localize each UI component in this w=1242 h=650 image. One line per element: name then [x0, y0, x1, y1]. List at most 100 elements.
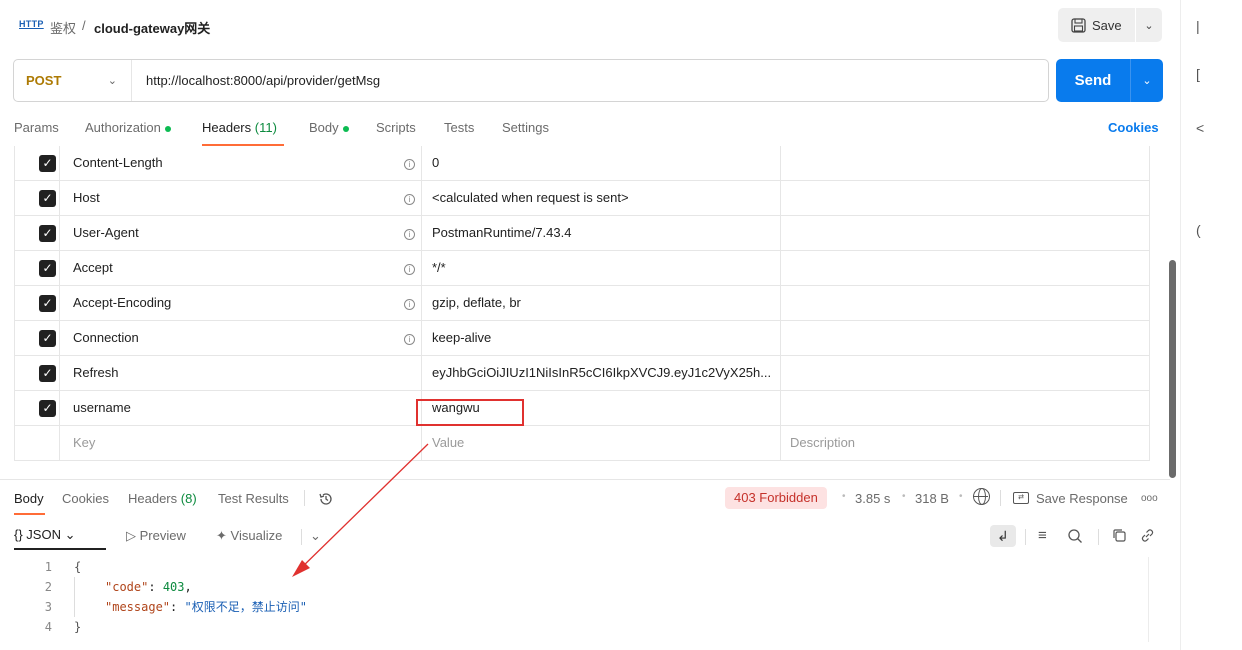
header-key[interactable]: Refresh — [73, 356, 403, 390]
filter-icon[interactable]: ≡ — [1038, 527, 1047, 544]
save-options-chevron-icon[interactable]: ⌄ — [1136, 19, 1162, 32]
format-select[interactable]: {} JSON ⌄ — [14, 527, 76, 549]
new-description-input[interactable]: Description — [780, 426, 1150, 460]
table-row: ✓ User-Agent i PostmanRuntime/7.43.4 — [15, 216, 1149, 251]
search-icon[interactable] — [1067, 528, 1083, 544]
header-value[interactable]: <calculated when request is sent> — [421, 181, 780, 215]
url-input[interactable]: http://localhost:8000/api/provider/getMs… — [132, 73, 380, 88]
json-entry: "message": "权限不足，禁止访问" — [105, 600, 307, 614]
cookies-link[interactable]: Cookies — [1108, 120, 1159, 135]
tab-settings[interactable]: Settings — [502, 120, 549, 135]
more-options-icon[interactable]: ooo — [1141, 493, 1158, 504]
json-string: "权限不足，禁止访问" — [184, 600, 307, 614]
preview-button[interactable]: ▷ Preview — [126, 528, 186, 544]
header-value[interactable]: gzip, deflate, br — [421, 286, 780, 320]
header-key[interactable]: User-Agent — [73, 216, 403, 250]
divider — [304, 490, 305, 506]
link-icon[interactable] — [1140, 528, 1155, 543]
tab-authorization-label: Authorization — [85, 120, 161, 135]
save-main[interactable]: Save — [1058, 8, 1136, 42]
floppy-icon — [1071, 17, 1086, 33]
save-label: Save — [1092, 17, 1122, 33]
tab-authorization[interactable]: Authorization — [85, 120, 171, 135]
header-key[interactable]: Content-Length — [73, 146, 403, 180]
request-name[interactable]: cloud-gateway网关 — [94, 18, 210, 37]
line-number: 2 — [44, 580, 52, 594]
checkbox[interactable]: ✓ — [39, 365, 56, 382]
header-description[interactable] — [780, 321, 1150, 355]
info-icon[interactable]: i — [404, 216, 422, 250]
header-value[interactable]: 0 — [421, 146, 780, 180]
tab-scripts[interactable]: Scripts — [376, 120, 416, 135]
header-key[interactable]: username — [73, 391, 403, 425]
header-description[interactable] — [780, 251, 1150, 285]
checkbox[interactable]: ✓ — [39, 260, 56, 277]
copy-icon[interactable] — [1112, 528, 1127, 543]
header-key[interactable]: Accept — [73, 251, 403, 285]
save-response-button[interactable]: Save Response — [1036, 491, 1128, 506]
response-size[interactable]: 318 B — [915, 491, 949, 506]
tab-headers[interactable]: Headers (11) — [202, 120, 277, 135]
send-options-chevron-icon[interactable]: ⌄ — [1131, 74, 1163, 87]
header-value[interactable]: */* — [421, 251, 780, 285]
header-key[interactable]: Host — [73, 181, 403, 215]
resp-tab-body[interactable]: Body — [14, 491, 44, 506]
checkbox[interactable]: ✓ — [39, 190, 56, 207]
info-icon[interactable]: i — [404, 146, 422, 180]
header-description[interactable] — [780, 146, 1150, 180]
chevron-down-icon: ⌄ — [64, 527, 76, 542]
globe-icon[interactable] — [973, 488, 990, 505]
header-description[interactable] — [780, 391, 1150, 425]
resp-tab-headers[interactable]: Headers (8) — [128, 491, 197, 506]
history-icon[interactable] — [318, 491, 334, 507]
resp-tab-test-results[interactable]: Test Results — [218, 491, 289, 506]
resp-tab-headers-label: Headers — [128, 491, 178, 506]
response-time[interactable]: 3.85 s — [855, 491, 890, 506]
new-value-input[interactable]: Value — [421, 426, 780, 460]
checkbox[interactable]: ✓ — [39, 155, 56, 172]
wrap-lines-icon[interactable]: ↲ — [990, 525, 1016, 547]
checkbox[interactable]: ✓ — [39, 225, 56, 242]
header-description[interactable] — [780, 286, 1150, 320]
resp-tab-cookies[interactable]: Cookies — [62, 491, 109, 506]
visualize-label: Visualize — [230, 528, 283, 543]
response-body[interactable]: 1 { 2 "code": 403, 3 "message": "权限不足，禁止… — [0, 557, 1170, 637]
info-icon[interactable]: i — [404, 321, 422, 355]
header-description[interactable] — [780, 181, 1150, 215]
tab-body[interactable]: Body — [309, 120, 349, 135]
checkbox[interactable]: ✓ — [39, 330, 56, 347]
headers-table: ✓ Content-Length i 0 ✓ Host i <calculate… — [14, 146, 1150, 461]
chevron-down-icon[interactable]: ⌄ — [310, 528, 321, 544]
scrollbar[interactable] — [1169, 260, 1176, 478]
checkbox[interactable]: ✓ — [39, 400, 56, 417]
line-number: 4 — [44, 620, 52, 634]
info-icon[interactable]: i — [404, 181, 422, 215]
info-icon[interactable]: i — [404, 251, 422, 285]
send-label[interactable]: Send — [1056, 59, 1131, 102]
info-icon[interactable]: i — [404, 286, 422, 320]
divider — [1098, 529, 1099, 545]
tab-tests[interactable]: Tests — [444, 120, 474, 135]
json-number: 403 — [162, 580, 185, 594]
tab-params[interactable]: Params — [14, 120, 59, 135]
new-key-input[interactable]: Key — [73, 426, 403, 460]
send-button[interactable]: Send ⌄ — [1056, 59, 1163, 102]
code-scroll-track — [1148, 557, 1149, 642]
header-description[interactable] — [780, 216, 1150, 250]
header-key[interactable]: Connection — [73, 321, 403, 355]
header-key[interactable]: Accept-Encoding — [73, 286, 403, 320]
separator-dot: • — [842, 491, 846, 502]
status-badge[interactable]: 403 Forbidden — [725, 487, 827, 509]
visualize-button[interactable]: ✦ Visualize — [216, 528, 282, 544]
line-number: 3 — [44, 600, 52, 614]
header-value[interactable]: PostmanRuntime/7.43.4 — [421, 216, 780, 250]
header-value[interactable]: eyJhbGciOiJIUzI1NiIsInR5cCI6IkpXVCJ9.eyJ… — [421, 356, 780, 390]
url-bar: POST ⌄ http://localhost:8000/api/provide… — [13, 59, 1049, 102]
save-button[interactable]: Save ⌄ — [1058, 8, 1162, 42]
header-description[interactable] — [780, 356, 1150, 390]
breadcrumb-parent[interactable]: 鉴权 — [50, 18, 76, 37]
checkbox[interactable]: ✓ — [39, 295, 56, 312]
table-row: ✓ Accept-Encoding i gzip, deflate, br — [15, 286, 1149, 321]
method-select[interactable]: POST ⌄ — [14, 60, 132, 101]
header-value[interactable]: keep-alive — [421, 321, 780, 355]
